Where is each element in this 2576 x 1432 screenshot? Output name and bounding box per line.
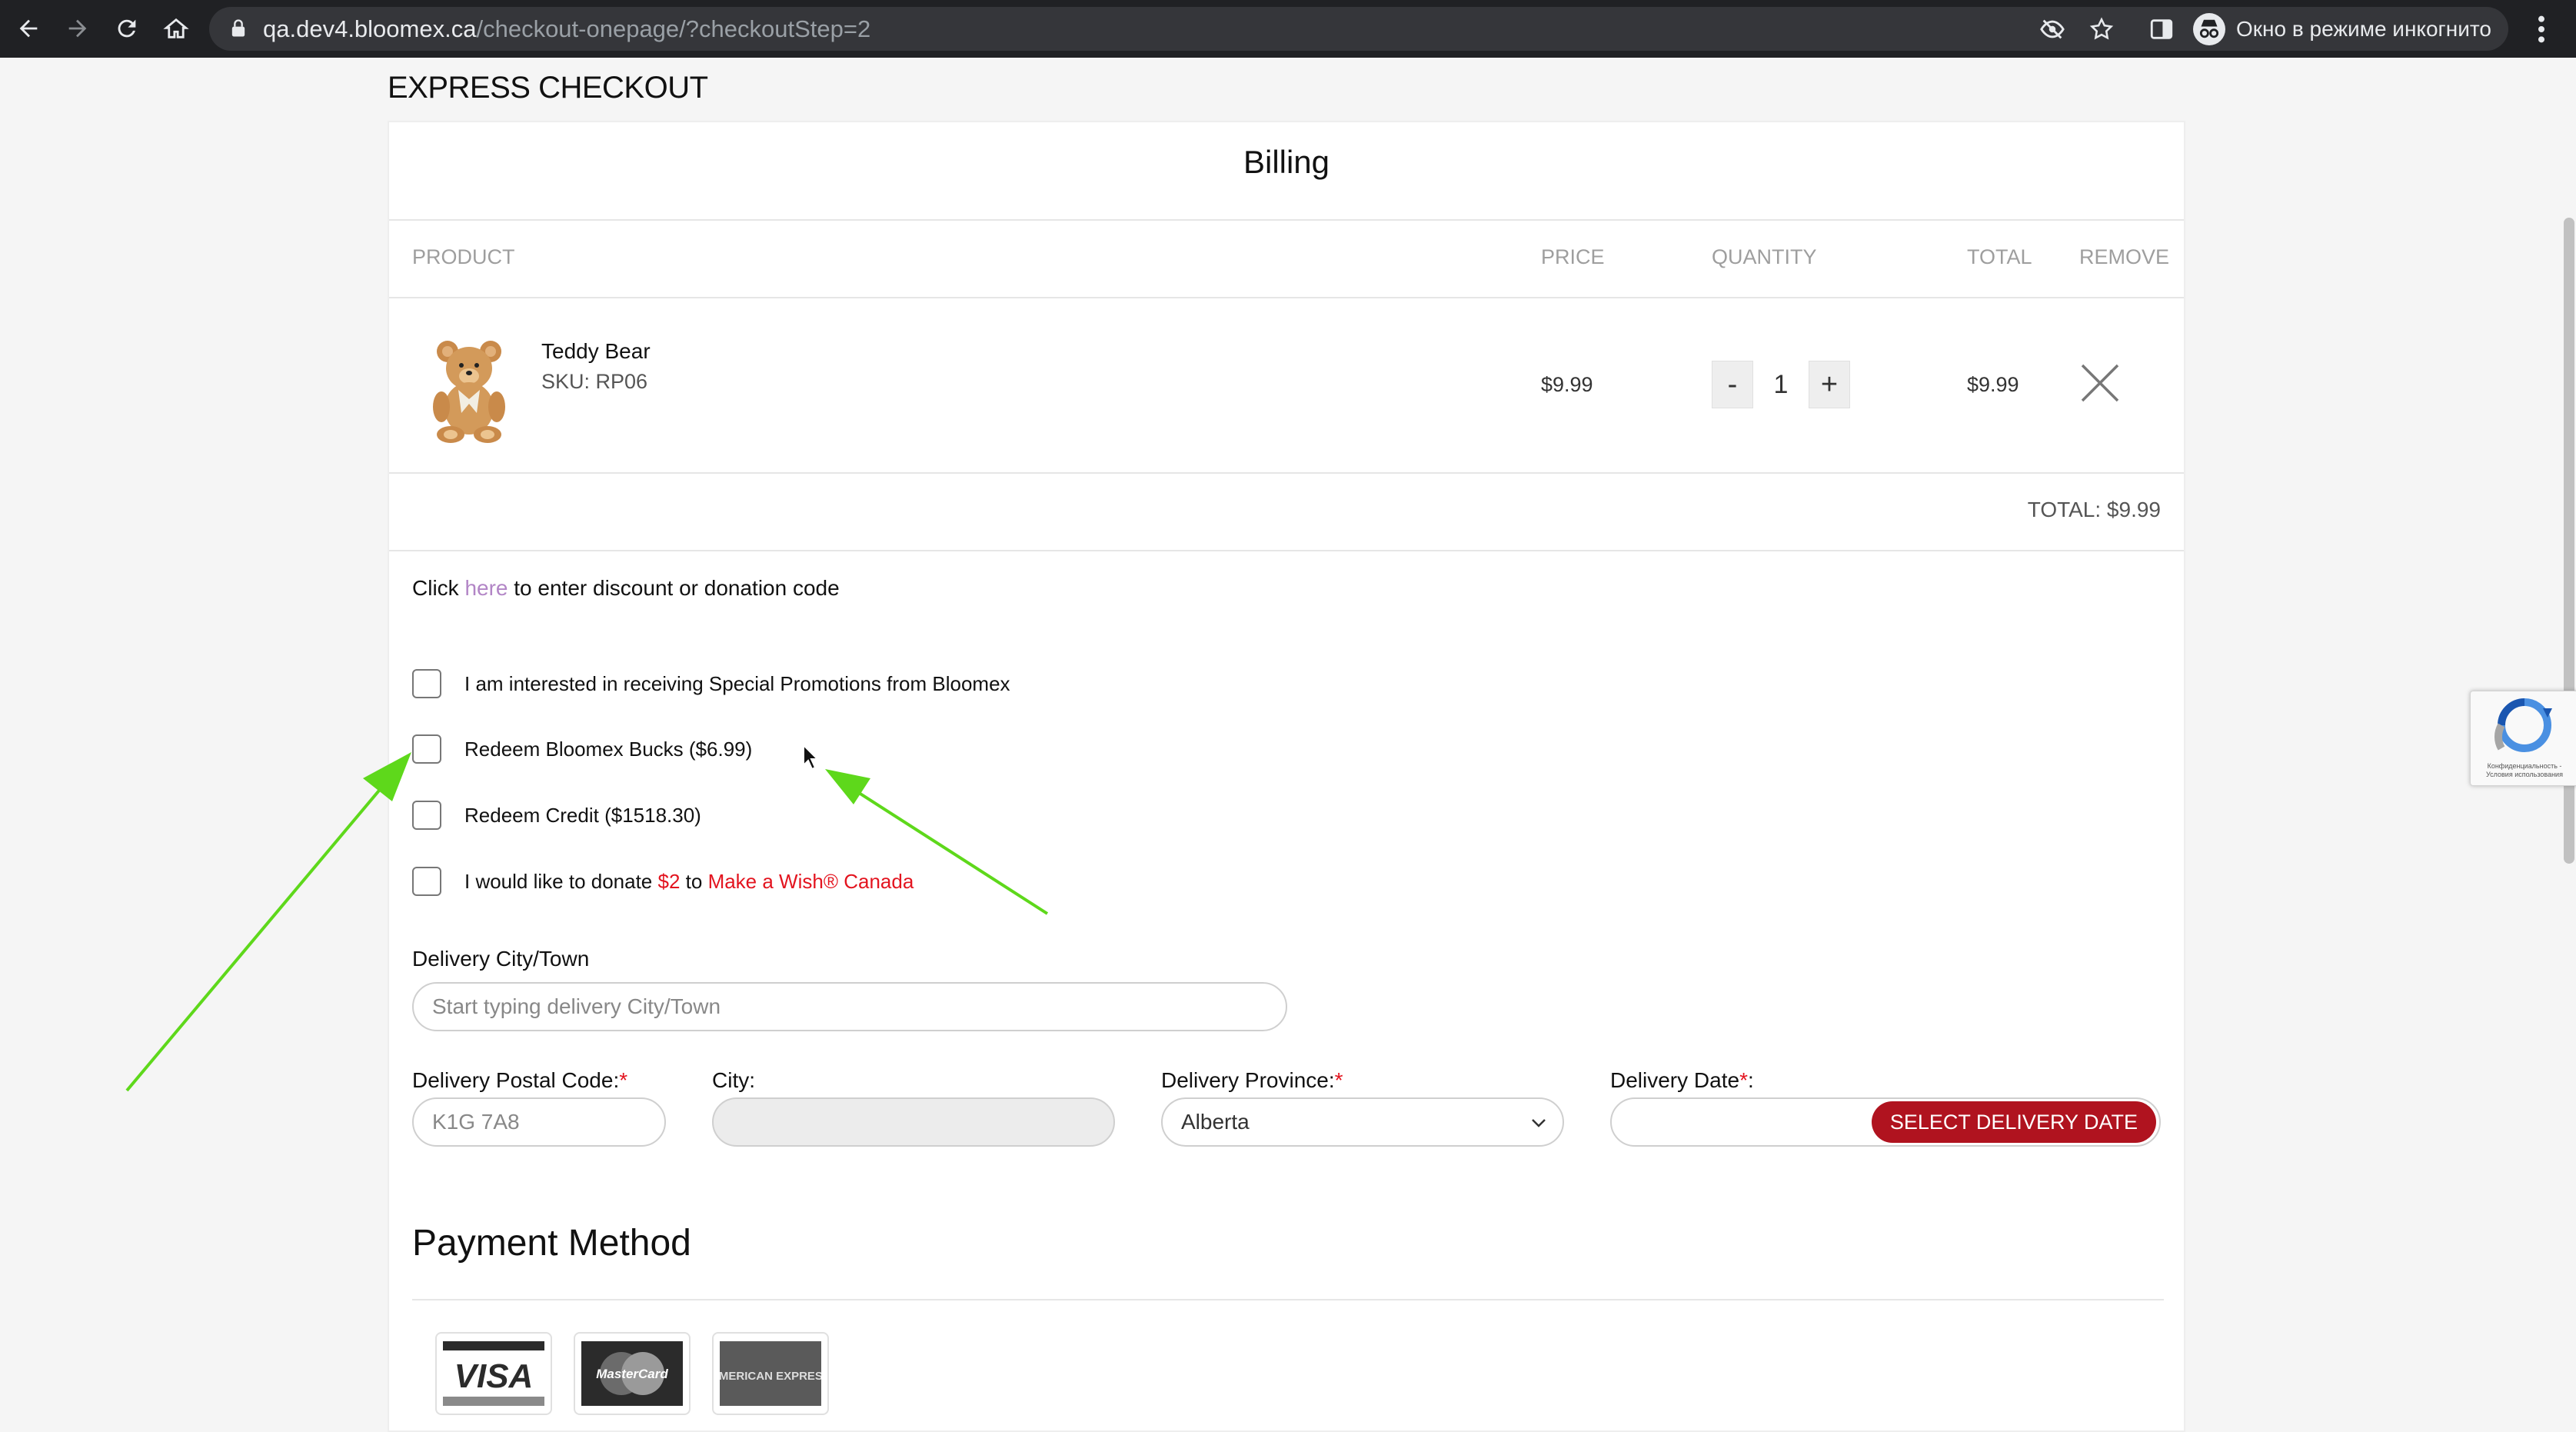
divider	[389, 550, 2184, 551]
bloomex-bucks-checkbox[interactable]	[412, 734, 441, 764]
divider	[389, 472, 2184, 474]
reload-icon[interactable]	[109, 11, 145, 46]
page-title: EXPRESS CHECKOUT	[388, 71, 708, 105]
donate-option[interactable]: I would like to donate $2 to Make a Wish…	[412, 864, 914, 898]
star-icon[interactable]	[2088, 16, 2115, 42]
recaptcha-icon	[2494, 698, 2552, 752]
chevron-down-icon	[1532, 1119, 1546, 1127]
divider	[389, 297, 2184, 298]
side-panel-icon[interactable]	[2148, 16, 2175, 42]
quantity-stepper: - 1 +	[1712, 361, 1850, 408]
visa-logo[interactable]: VISA	[435, 1332, 552, 1415]
redeem-credit-checkbox[interactable]	[412, 801, 441, 830]
city-label: City:	[712, 1068, 755, 1092]
header-remove: REMOVE	[2079, 245, 2170, 268]
delivery-city-town-input[interactable]: Start typing delivery City/Town	[412, 982, 1287, 1031]
province-label: Delivery Province:*	[1161, 1068, 1343, 1092]
bloomex-bucks-label: Redeem Bloomex Bucks ($6.99)	[464, 737, 753, 761]
header-price: PRICE	[1541, 245, 1605, 268]
promotions-label: I am interested in receiving Special Pro…	[464, 671, 1010, 695]
delivery-date-input[interactable]: SELECT DELIVERY DATE	[1610, 1097, 2161, 1147]
green-arrow-left	[125, 752, 411, 1092]
quantity-increase-button[interactable]: +	[1809, 361, 1850, 408]
amex-logo[interactable]: AMERICAN EXPRESS	[712, 1332, 829, 1415]
delivery-date-label: Delivery Date*:	[1610, 1068, 1754, 1092]
header-product: PRODUCT	[412, 245, 515, 268]
amex-logo-text: AMERICAN EXPRESS	[720, 1370, 821, 1383]
back-arrow-icon[interactable]	[11, 11, 46, 46]
recaptcha-text: Конфиденциальность - Условия использован…	[2486, 762, 2563, 778]
lock-icon	[231, 19, 245, 37]
incognito-indicator[interactable]: Окно в режиме инкогнито	[2193, 10, 2491, 48]
header-total: TOTAL	[1967, 245, 2032, 268]
mastercard-logo[interactable]: MasterCard	[574, 1332, 691, 1415]
forward-arrow-icon[interactable]	[60, 11, 95, 46]
divider	[389, 219, 2184, 221]
postal-code-label: Delivery Postal Code:*	[412, 1068, 628, 1092]
select-delivery-date-button[interactable]: SELECT DELIVERY DATE	[1871, 1101, 2156, 1143]
delivery-city-town-label: Delivery City/Town	[412, 947, 590, 971]
header-quantity: QUANTITY	[1712, 245, 1817, 268]
discount-here-link[interactable]: here	[464, 576, 508, 600]
donate-checkbox[interactable]	[412, 867, 441, 896]
incognito-label: Окно в режиме инкогнито	[2236, 17, 2491, 41]
promotions-checkbox[interactable]	[412, 669, 441, 698]
mastercard-logo-text: MasterCard	[596, 1367, 668, 1381]
make-a-wish-link[interactable]: Make a Wish® Canada	[708, 870, 914, 893]
postal-code-input[interactable]: K1G 7A8	[412, 1097, 666, 1147]
quantity-value[interactable]: 1	[1753, 361, 1809, 408]
product-price: $9.99	[1541, 373, 1593, 396]
donate-label: I would like to donate $2 to Make a Wish…	[464, 869, 914, 893]
province-select[interactable]: Alberta	[1161, 1097, 1564, 1147]
cart-total: TOTAL: $9.99	[2027, 498, 2161, 521]
billing-title: Billing	[1243, 144, 1330, 180]
recaptcha-badge[interactable]: Конфиденциальность - Условия использован…	[2470, 691, 2576, 786]
payment-method-title: Payment Method	[412, 1223, 691, 1264]
teddy-bear-image[interactable]	[423, 336, 515, 444]
redeem-credit-label: Redeem Credit ($1518.30)	[464, 803, 701, 827]
redeem-credit-option[interactable]: Redeem Credit ($1518.30)	[412, 798, 701, 832]
divider	[412, 1299, 2164, 1300]
browser-toolbar: qa.dev4.bloomex.ca/checkout-onepage/?che…	[0, 0, 2576, 58]
product-sku: SKU: RP06	[541, 370, 648, 393]
quantity-decrease-button[interactable]: -	[1712, 361, 1753, 408]
mouse-cursor-icon	[803, 744, 819, 771]
bloomex-bucks-option[interactable]: Redeem Bloomex Bucks ($6.99)	[412, 732, 752, 766]
discount-prompt: Click here to enter discount or donation…	[412, 576, 840, 600]
city-input	[712, 1097, 1115, 1147]
product-total: $9.99	[1967, 373, 2019, 396]
home-icon[interactable]	[158, 11, 194, 46]
remove-item-close-icon[interactable]	[2079, 362, 2121, 404]
promotions-option[interactable]: I am interested in receiving Special Pro…	[412, 667, 1010, 701]
url-text: qa.dev4.bloomex.ca/checkout-onepage/?che…	[263, 15, 871, 42]
product-name[interactable]: Teddy Bear	[541, 339, 651, 364]
province-selected-value: Alberta	[1181, 1110, 1250, 1134]
visa-logo-text: VISA	[454, 1357, 534, 1395]
billing-card: Billing PRODUCT PRICE QUANTITY TOTAL REM…	[388, 121, 2185, 1432]
eye-off-icon[interactable]	[2039, 16, 2065, 42]
more-menu-icon[interactable]	[2538, 14, 2545, 45]
incognito-icon	[2193, 13, 2225, 45]
